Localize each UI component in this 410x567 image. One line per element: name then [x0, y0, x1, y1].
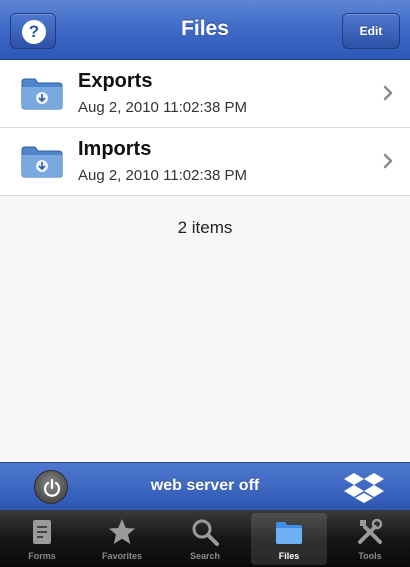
web-server-bar: web server off [0, 462, 410, 510]
dropbox-icon[interactable] [344, 471, 384, 505]
tab-bar: Forms Favorites Search Files Tools [0, 510, 410, 567]
tab-files[interactable]: Files [251, 513, 327, 565]
folder-icon [21, 78, 63, 110]
edit-button[interactable]: Edit [342, 13, 400, 49]
chevron-right-icon [383, 153, 393, 169]
item-name: Exports [78, 70, 153, 92]
tab-favorites[interactable]: Favorites [84, 513, 160, 565]
tab-tools[interactable]: Tools [332, 513, 408, 565]
list-item-exports[interactable]: Exports Aug 2, 2010 11:02:38 PM [0, 60, 410, 128]
list-item-imports[interactable]: Imports Aug 2, 2010 11:02:38 PM [0, 128, 410, 196]
chevron-right-icon [383, 85, 393, 101]
tab-search[interactable]: Search [167, 513, 243, 565]
files-screen: ? Files Edit Exports Aug 2, 2010 11:02:3… [0, 0, 410, 567]
navigation-bar: ? Files Edit [0, 0, 410, 60]
folder-icon [276, 522, 302, 544]
item-date: Aug 2, 2010 11:02:38 PM [78, 99, 248, 116]
item-date: Aug 2, 2010 11:02:38 PM [78, 167, 248, 184]
forms-icon [33, 520, 51, 544]
file-list: Exports Aug 2, 2010 11:02:38 PM Imports … [0, 60, 410, 196]
search-icon [192, 519, 219, 546]
tab-label: Search [189, 551, 221, 561]
star-icon [109, 519, 135, 544]
tab-label: Favorites [101, 551, 143, 561]
folder-icon [21, 146, 63, 178]
item-name: Imports [78, 138, 152, 160]
tab-label: Tools [358, 551, 382, 561]
tab-label: Files [278, 551, 300, 561]
tab-label: Forms [28, 551, 56, 561]
tools-icon [358, 518, 383, 544]
tab-forms[interactable]: Forms [4, 513, 80, 565]
item-count-label: 2 items [177, 218, 233, 237]
